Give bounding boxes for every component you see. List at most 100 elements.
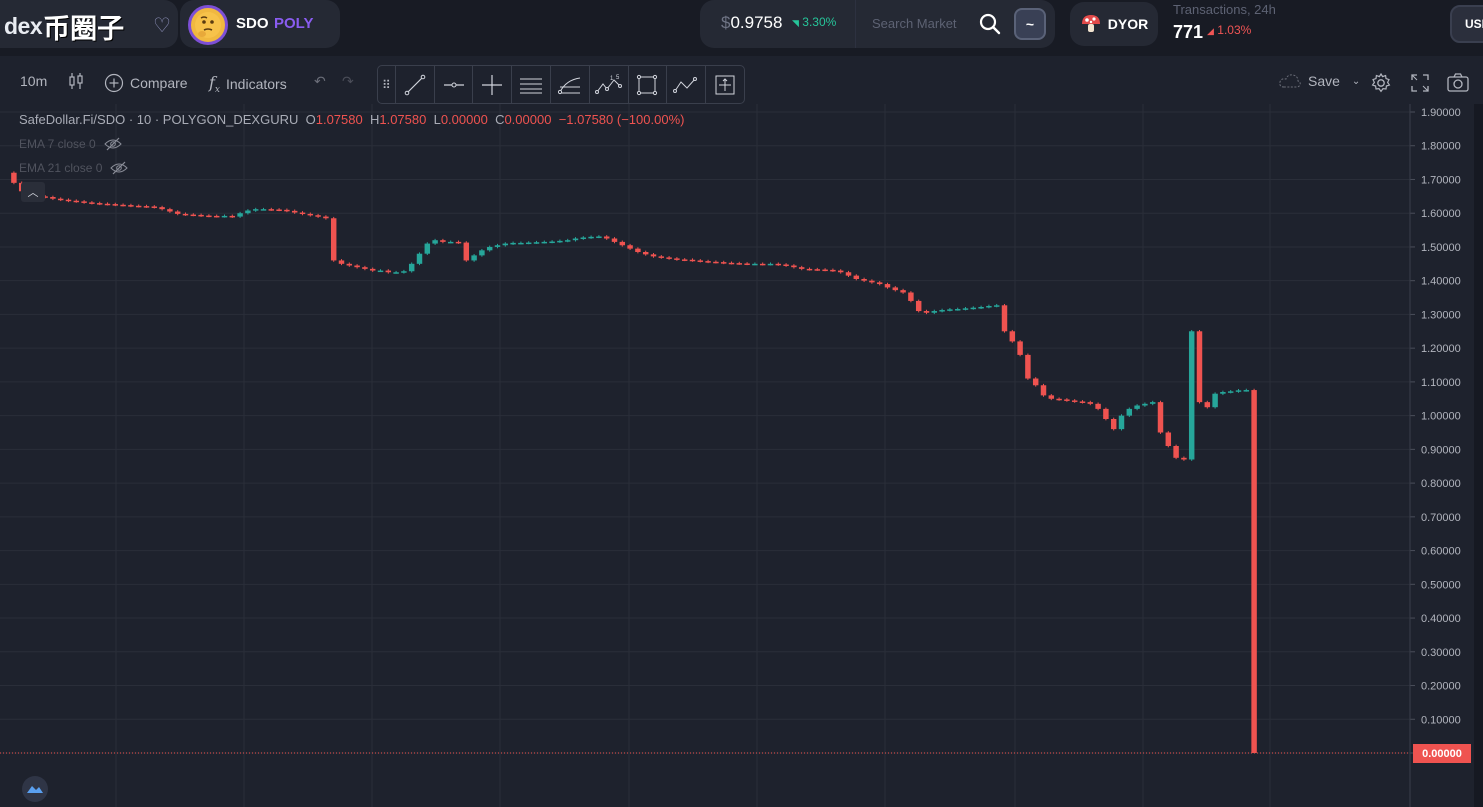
candle-down [268, 209, 275, 211]
save-button[interactable]: Save ⌄ [1278, 73, 1360, 89]
ema7-legend[interactable]: EMA 7 close 0 [19, 137, 122, 151]
legend-low-label: L [433, 112, 441, 127]
axis-tick-label: 1.70000 [1421, 174, 1461, 186]
candle-down [736, 263, 743, 265]
candle-down [338, 260, 345, 264]
candle-up [993, 305, 1000, 307]
drag-handle-icon[interactable]: ⠿ [378, 66, 395, 103]
horizontal-ray-tool[interactable] [433, 66, 473, 103]
search-input[interactable] [872, 16, 972, 31]
screenshot-button[interactable] [1446, 72, 1470, 94]
candle-down [611, 238, 618, 242]
candle-up [518, 242, 524, 245]
candle-up [564, 240, 571, 242]
candle-down [775, 263, 782, 266]
elliott-wave-tool[interactable]: 15 [588, 66, 628, 103]
candle-down [1009, 331, 1016, 342]
ema21-legend[interactable]: EMA 21 close 0 [19, 161, 129, 175]
price-chart[interactable]: 1.90000 1.80000 1.70000 1.60000 1.50000 1.400… [0, 104, 1474, 807]
token-chain: POLY [274, 15, 314, 32]
candle-down [892, 287, 899, 291]
chart-grid [0, 104, 1410, 807]
mode-toggle-button[interactable]: ~ [1014, 8, 1046, 40]
legend-interval: 10 [136, 112, 152, 127]
candle-down [884, 284, 891, 288]
eye-hidden-icon[interactable] [104, 137, 122, 151]
brand-watermark: 币圈子 [43, 13, 125, 44]
undo-button[interactable]: ↶ [314, 73, 326, 90]
axis-tick-label: 1.50000 [1421, 242, 1461, 254]
candle-up [245, 210, 251, 214]
legend-symbol: SafeDollar.Fi/SDO [19, 112, 126, 127]
candle-down [845, 272, 852, 276]
axis-tick-label: 0.10000 [1421, 714, 1461, 726]
brand-logo[interactable]: dex 币圈子 [2, 8, 125, 44]
eye-hidden-icon[interactable] [110, 161, 129, 175]
candle-down [837, 270, 844, 273]
candle-up [1142, 403, 1148, 406]
fullscreen-button[interactable] [1410, 73, 1430, 93]
currency-button[interactable]: USD [1450, 5, 1483, 43]
trend-line-tool[interactable] [394, 66, 434, 103]
candle-down [900, 290, 906, 293]
candle-down [206, 215, 212, 218]
candle-down [455, 241, 462, 244]
search-icon[interactable] [978, 12, 1002, 36]
redo-button[interactable]: ↷ [342, 73, 354, 90]
favorite-heart-icon[interactable]: ♡ [153, 13, 171, 38]
candle-up [931, 311, 938, 313]
candle-up [237, 213, 243, 217]
candle-down [362, 267, 368, 269]
ema21-label: EMA 21 close 0 [19, 161, 103, 175]
axis-tick-label: 0.50000 [1421, 579, 1461, 591]
candle-down [1025, 354, 1031, 379]
measure-tool[interactable] [705, 66, 744, 103]
candle-up [447, 241, 454, 244]
path-tool[interactable] [666, 66, 705, 103]
price-change-value: 3.30% [802, 15, 837, 29]
collapse-legend-button[interactable]: ︿ [21, 182, 45, 202]
candle-down [96, 203, 103, 205]
candle-down [89, 202, 95, 204]
candles-icon [69, 73, 83, 89]
candle-down [174, 211, 181, 214]
token-price: $0.9758 [721, 13, 782, 33]
candle-down [182, 213, 189, 216]
token-avatar[interactable] [188, 5, 228, 45]
candle-down [1095, 403, 1101, 409]
candle-up [986, 305, 992, 308]
candle-down [744, 263, 750, 265]
axis-tick-label: 0.30000 [1421, 647, 1461, 659]
candle-down [1204, 402, 1211, 408]
dyor-button[interactable]: DYOR [1070, 2, 1158, 46]
axis-tick-label: 0.70000 [1421, 512, 1461, 524]
fullscreen-icon [1411, 74, 1429, 92]
candle-up [541, 241, 548, 244]
brand-name: dex [4, 12, 43, 39]
candle-down [112, 204, 119, 206]
parallel-channel-tool[interactable] [511, 66, 550, 103]
tradingview-logo[interactable] [22, 776, 48, 802]
candle-down [190, 214, 197, 217]
candle-up [424, 243, 431, 254]
compare-button[interactable]: Compare [104, 73, 188, 93]
candle-down [830, 269, 836, 272]
interval-button[interactable]: 10m [20, 73, 47, 89]
settings-button[interactable] [1370, 72, 1392, 94]
candle-down [1048, 395, 1055, 399]
candle-down [1165, 432, 1172, 446]
rectangle-tool[interactable] [627, 66, 667, 103]
crosshair-tool[interactable] [472, 66, 511, 103]
indicators-button[interactable]: fx Indicators [209, 73, 287, 95]
candle-down [346, 263, 353, 266]
candle-down [463, 242, 470, 261]
candle-down [861, 278, 867, 281]
price-axis[interactable]: 1.90000 1.80000 1.70000 1.60000 1.50000 1.400… [1409, 104, 1461, 807]
fib-retracement-tool[interactable] [550, 66, 589, 103]
candle-down [1157, 402, 1164, 433]
axis-tick-label: 0.40000 [1421, 613, 1461, 625]
candle-down [57, 198, 64, 201]
candle-up [978, 306, 984, 309]
candles-style-button[interactable] [67, 72, 85, 90]
svg-text:5: 5 [616, 75, 620, 81]
